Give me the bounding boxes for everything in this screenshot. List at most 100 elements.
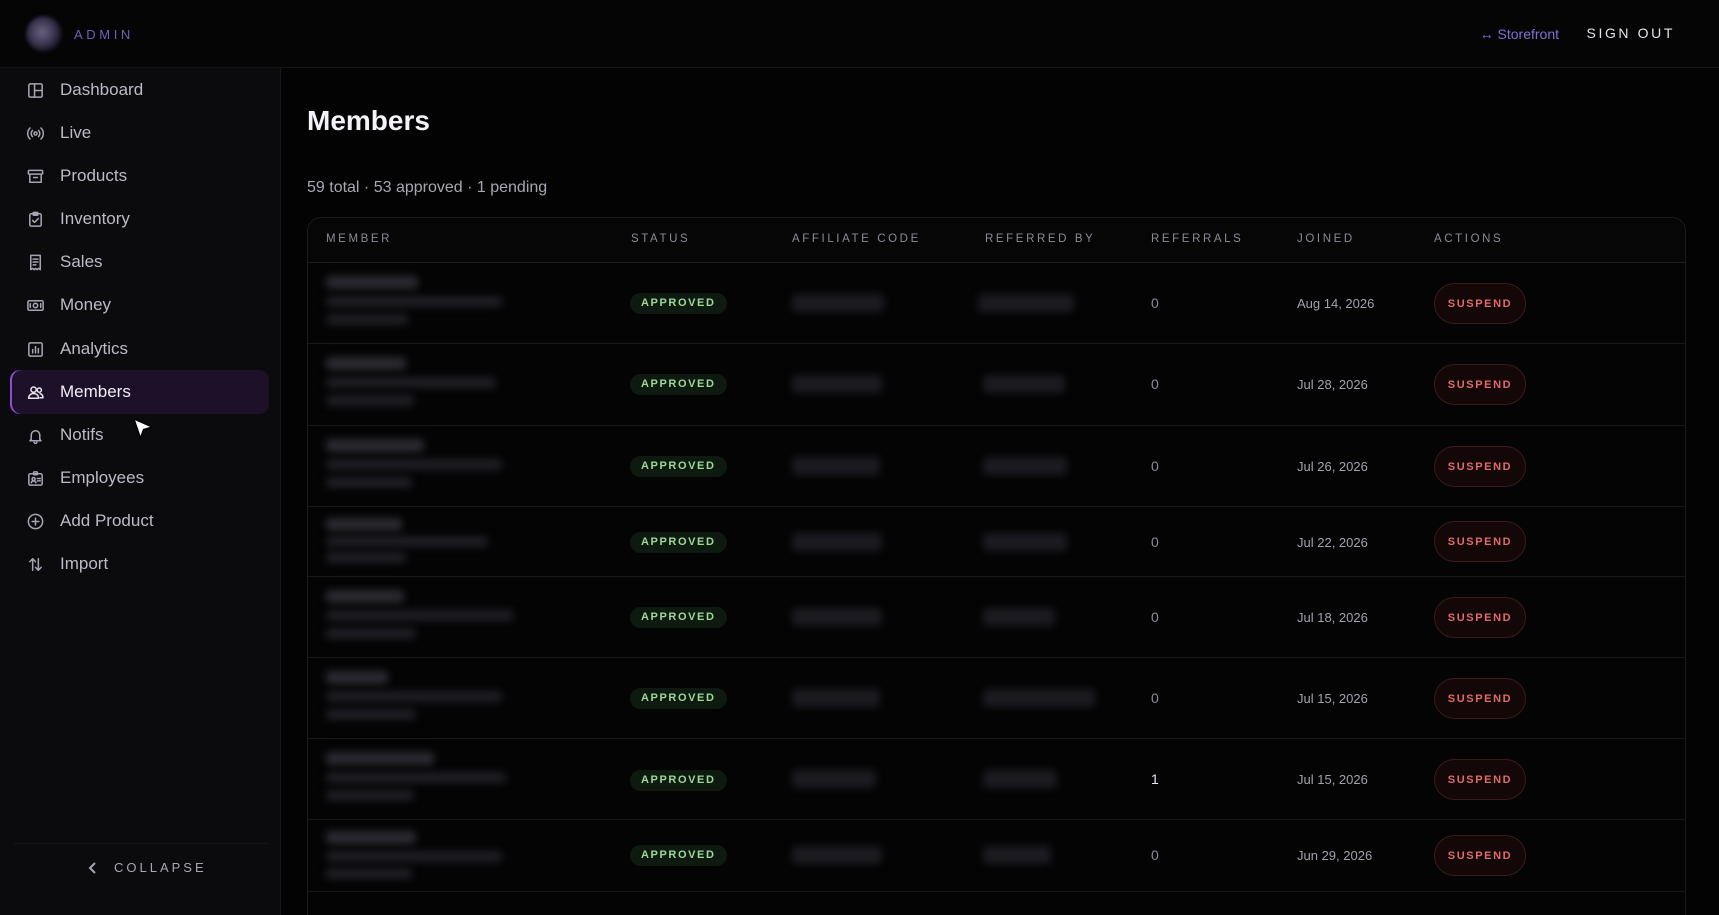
referrals-count: 0 [1151, 690, 1159, 706]
sidebar-item-add-product[interactable]: Add Product [10, 499, 269, 543]
sidebar-item-inventory[interactable]: Inventory [10, 197, 269, 241]
sidebar-item-sales[interactable]: Sales [10, 240, 269, 284]
column-header-member[interactable]: MEMBER [326, 233, 392, 245]
top-bar: ADMIN ↔ Storefront SIGN OUT [0, 0, 1719, 68]
sidebar-item-money[interactable]: Money [10, 283, 269, 327]
affiliate-code-redacted [792, 294, 884, 312]
referred-by-redacted [983, 689, 1095, 707]
collapse-label: COLLAPSE [114, 860, 207, 875]
sign-out-button[interactable]: SIGN OUT [1587, 25, 1675, 41]
members-table: MEMBER STATUS AFFILIATE CODE REFERRED BY… [307, 217, 1686, 915]
column-header-status[interactable]: STATUS [631, 233, 690, 245]
member-phone-redacted [326, 395, 414, 406]
affiliate-code-redacted [792, 689, 880, 707]
column-header-referred-by[interactable]: REFERRED BY [985, 233, 1095, 245]
table-row[interactable]: APPROVED 1 Jul 15, 2026 SUSPEND [308, 739, 1685, 820]
members-summary: 59 total · 53 approved · 1 pending [307, 179, 548, 196]
member-name-redacted [326, 357, 406, 370]
id-badge-icon [25, 468, 45, 488]
suspend-button[interactable]: SUSPEND [1434, 364, 1526, 405]
sidebar-item-label: Products [60, 166, 128, 185]
joined-date: Jun 29, 2026 [1297, 848, 1373, 863]
joined-date: Jul 15, 2026 [1297, 772, 1368, 787]
referred-by-redacted [983, 608, 1055, 626]
suspend-button[interactable]: SUSPEND [1434, 835, 1526, 876]
referrals-count: 0 [1151, 609, 1159, 625]
column-header-actions[interactable]: ACTIONS [1434, 233, 1503, 245]
table-row[interactable]: APPROVED 0 Jul 26, 2026 SUSPEND [308, 426, 1685, 507]
suspend-button[interactable]: SUSPEND [1434, 521, 1526, 562]
member-email-redacted [326, 459, 502, 470]
sidebar-item-dashboard[interactable]: Dashboard [10, 68, 269, 112]
suspend-button[interactable]: SUSPEND [1434, 597, 1526, 638]
clipboard-check-icon [25, 209, 45, 229]
table-row[interactable]: APPROVED 0 Jul 18, 2026 SUSPEND [308, 577, 1685, 658]
brand-label: ADMIN [74, 27, 134, 42]
suspend-button[interactable]: SUSPEND [1434, 678, 1526, 719]
table-row[interactable]: APPROVED 0 Jul 28, 2026 SUSPEND [308, 344, 1685, 426]
mouse-cursor-icon [133, 418, 153, 439]
table-row[interactable]: APPROVED 0 Aug 14, 2026 SUSPEND [308, 263, 1685, 344]
suspend-button[interactable]: SUSPEND [1434, 446, 1526, 487]
sidebar-item-label: Inventory [60, 209, 130, 228]
import-arrows-icon [25, 554, 45, 574]
member-phone-redacted [326, 628, 416, 639]
chevron-left-icon [88, 861, 96, 874]
table-header: MEMBER STATUS AFFILIATE CODE REFERRED BY… [308, 218, 1685, 263]
status-badge: APPROVED [630, 374, 727, 395]
sidebar-item-import[interactable]: Import [10, 542, 269, 586]
member-email-redacted [326, 377, 496, 388]
table-row[interactable]: APPROVED 0 Jun 29, 2026 SUSPEND [308, 820, 1685, 892]
table-row[interactable]: APPROVED 0 Jul 22, 2026 SUSPEND [308, 507, 1685, 577]
sidebar-item-label: Money [60, 295, 112, 314]
suspend-button[interactable]: SUSPEND [1434, 759, 1526, 800]
sidebar-item-label: Members [60, 382, 131, 401]
referred-by-redacted [983, 375, 1065, 393]
bell-icon [25, 425, 45, 445]
column-header-referrals[interactable]: REFERRALS [1151, 233, 1243, 245]
suspend-button[interactable]: SUSPEND [1434, 283, 1526, 324]
joined-date: Jul 28, 2026 [1297, 377, 1368, 392]
member-phone-redacted [326, 709, 416, 720]
referred-by-redacted [983, 770, 1057, 788]
referred-by-redacted [983, 457, 1067, 475]
member-email-redacted [326, 536, 488, 547]
logo-icon[interactable] [26, 16, 62, 52]
affiliate-code-redacted [792, 533, 882, 551]
member-name-redacted [326, 439, 424, 452]
storefront-link[interactable]: ↔ Storefront [1480, 26, 1559, 42]
dashboard-icon [25, 80, 45, 100]
member-phone-redacted [326, 552, 406, 563]
sidebar-item-analytics[interactable]: Analytics [10, 327, 269, 371]
referrals-count: 0 [1151, 847, 1159, 863]
joined-date: Jul 22, 2026 [1297, 535, 1368, 550]
column-header-affiliate-code[interactable]: AFFILIATE CODE [792, 233, 921, 245]
sidebar-item-members[interactable]: Members [10, 370, 269, 414]
affiliate-code-redacted [792, 375, 882, 393]
status-badge: APPROVED [630, 293, 727, 314]
member-email-redacted [326, 772, 506, 783]
table-row[interactable]: APPROVED 0 Jul 15, 2026 SUSPEND [308, 658, 1685, 739]
joined-date: Jul 26, 2026 [1297, 459, 1368, 474]
referred-by-redacted [978, 294, 1074, 312]
status-badge: APPROVED [630, 688, 727, 709]
sidebar-item-live[interactable]: Live [10, 111, 269, 155]
referrals-count: 1 [1151, 771, 1159, 787]
status-badge: APPROVED [630, 607, 727, 628]
collapse-button[interactable]: COLLAPSE [86, 860, 207, 875]
joined-date: Aug 14, 2026 [1297, 296, 1375, 311]
plus-circle-icon [25, 511, 45, 531]
referred-by-redacted [983, 533, 1067, 551]
sidebar-item-label: Employees [60, 468, 145, 487]
member-phone-redacted [326, 868, 412, 879]
sidebar-item-label: Live [60, 123, 92, 142]
affiliate-code-redacted [792, 770, 876, 788]
sidebar-item-products[interactable]: Products [10, 154, 269, 198]
sidebar-item-employees[interactable]: Employees [10, 456, 269, 500]
status-badge: APPROVED [630, 456, 727, 477]
users-icon [25, 382, 45, 402]
sidebar-item-label: Sales [60, 252, 103, 271]
receipt-icon [25, 252, 45, 272]
column-header-joined[interactable]: JOINED [1297, 233, 1355, 245]
member-email-redacted [326, 296, 502, 307]
